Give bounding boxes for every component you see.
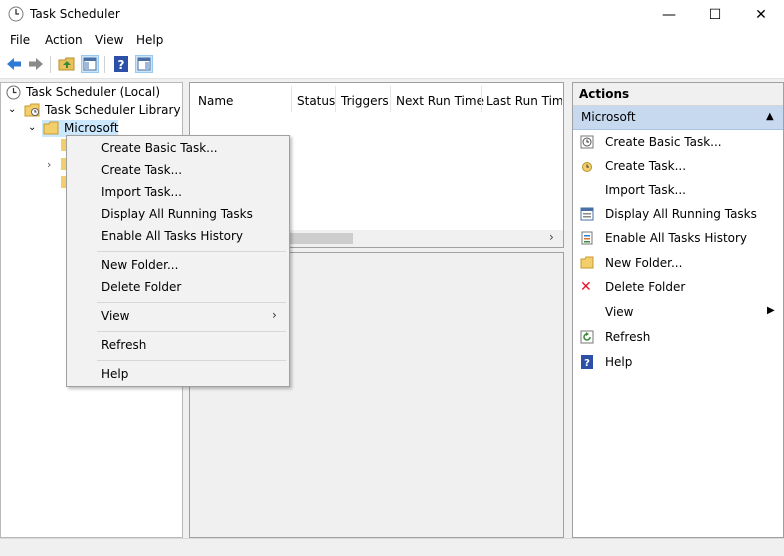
column-separator[interactable]: [335, 86, 336, 112]
action-import-task[interactable]: Import Task...: [605, 183, 686, 197]
menu-help[interactable]: Help: [136, 33, 163, 47]
svg-text:?: ?: [584, 358, 590, 369]
action-view[interactable]: View: [605, 305, 633, 319]
maximize-button[interactable]: ☐: [692, 0, 738, 30]
new-folder-icon: [580, 256, 594, 270]
actions-title: Actions: [579, 87, 630, 101]
menu-view[interactable]: View: [95, 33, 123, 47]
column-separator[interactable]: [291, 86, 292, 112]
action-display-running-tasks[interactable]: Display All Running Tasks: [605, 207, 757, 221]
minimize-button[interactable]: —: [646, 0, 692, 30]
column-name[interactable]: Name: [198, 94, 233, 108]
menu-file[interactable]: File: [10, 33, 30, 47]
ctx-enable-all-tasks-history[interactable]: Enable All Tasks History: [101, 229, 243, 243]
tree-item-root[interactable]: Task Scheduler (Local): [26, 85, 160, 99]
tree-item-library[interactable]: Task Scheduler Library: [45, 103, 181, 117]
ctx-view[interactable]: View: [101, 309, 129, 323]
ctx-create-task[interactable]: Create Task...: [101, 163, 182, 177]
ctx-help[interactable]: Help: [101, 367, 128, 381]
create-basic-task-icon: [580, 135, 594, 149]
ctx-refresh[interactable]: Refresh: [101, 338, 146, 352]
forward-arrow-icon[interactable]: [27, 55, 45, 73]
back-arrow-icon[interactable]: [5, 55, 23, 73]
scrollbar-thumb[interactable]: [290, 233, 353, 244]
enable-history-icon: [580, 231, 594, 245]
scroll-right-icon[interactable]: ›: [549, 230, 554, 244]
ctx-delete-folder[interactable]: Delete Folder: [101, 280, 181, 294]
chevron-down-icon[interactable]: ⌄: [28, 122, 36, 133]
actions-pane: [572, 82, 784, 538]
action-enable-all-tasks-history[interactable]: Enable All Tasks History: [605, 231, 747, 245]
ctx-separator: [97, 360, 286, 361]
action-create-task[interactable]: Create Task...: [605, 159, 686, 173]
action-new-folder[interactable]: New Folder...: [605, 256, 682, 270]
delete-x-icon: ✕: [580, 279, 592, 295]
column-next-run-time[interactable]: Next Run Time: [396, 94, 484, 108]
library-folder-icon: [24, 103, 40, 118]
task-scheduler-clock-icon: [8, 6, 24, 22]
submenu-chevron-icon: ›: [272, 308, 277, 322]
close-button[interactable]: ✕: [738, 0, 784, 30]
action-delete-folder[interactable]: Delete Folder: [605, 280, 685, 294]
show-hide-action-pane-icon[interactable]: [135, 55, 153, 73]
ctx-separator: [97, 302, 286, 303]
actions-group-label: Microsoft: [581, 110, 636, 124]
ctx-new-folder[interactable]: New Folder...: [101, 258, 178, 272]
ctx-import-task[interactable]: Import Task...: [101, 185, 182, 199]
help-icon: ?: [580, 355, 594, 369]
window-title: Task Scheduler: [30, 7, 120, 21]
create-task-icon: [580, 159, 594, 173]
folder-icon: [43, 121, 59, 135]
refresh-icon: [580, 330, 594, 344]
toolbar-separator: [104, 56, 105, 73]
action-help[interactable]: Help: [605, 355, 632, 369]
help-icon[interactable]: ?: [112, 55, 130, 73]
collapse-up-icon[interactable]: ▲: [766, 111, 774, 122]
chevron-down-icon[interactable]: ⌄: [8, 104, 16, 115]
show-hide-console-tree-icon[interactable]: [81, 55, 99, 73]
svg-text:?: ?: [118, 58, 125, 72]
ctx-create-basic-task[interactable]: Create Basic Task...: [101, 141, 218, 155]
column-separator[interactable]: [481, 86, 482, 112]
chevron-right-icon[interactable]: ›: [47, 158, 51, 171]
ctx-separator: [97, 331, 286, 332]
up-folder-icon[interactable]: [58, 55, 76, 73]
action-create-basic-task[interactable]: Create Basic Task...: [605, 135, 722, 149]
display-running-tasks-icon: [580, 207, 594, 221]
toolbar-separator: [50, 56, 51, 73]
ctx-separator: [97, 251, 286, 252]
ctx-display-running-tasks[interactable]: Display All Running Tasks: [101, 207, 253, 221]
action-refresh[interactable]: Refresh: [605, 330, 650, 344]
column-triggers[interactable]: Triggers: [341, 94, 389, 108]
tree-item-microsoft[interactable]: Microsoft: [64, 121, 119, 135]
clock-icon: [6, 85, 21, 100]
column-separator[interactable]: [390, 86, 391, 112]
status-bar: [0, 538, 784, 556]
column-last-run-time[interactable]: Last Run Time: [486, 94, 562, 108]
menu-action[interactable]: Action: [45, 33, 83, 47]
submenu-arrow-icon: ▶: [767, 305, 775, 316]
column-status[interactable]: Status: [297, 94, 335, 108]
